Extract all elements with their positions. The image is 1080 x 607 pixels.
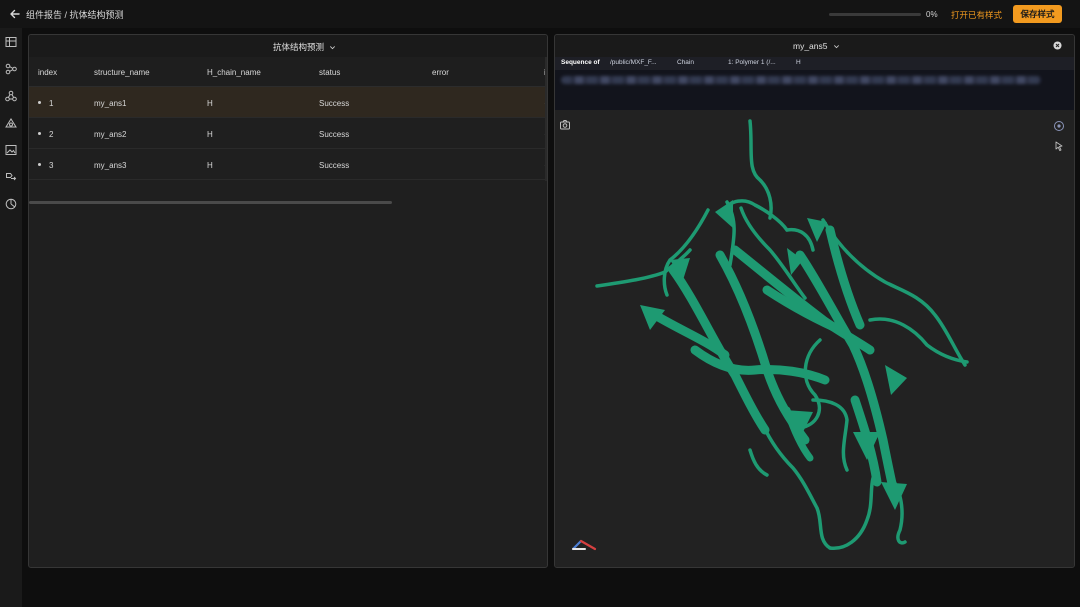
pipeline-icon[interactable] xyxy=(5,171,17,183)
result-table-panel: 抗体结构预测 index structure_name H_chain_name… xyxy=(28,34,548,568)
shape-icon[interactable] xyxy=(5,117,17,129)
molecule-icon[interactable] xyxy=(5,90,17,102)
chain-select[interactable]: H xyxy=(796,59,801,66)
chevron-down-icon xyxy=(833,45,839,49)
cell-h-chain-name: H xyxy=(207,161,213,170)
horizontal-scrollbar[interactable] xyxy=(29,201,392,204)
flow-icon[interactable] xyxy=(5,63,17,75)
column-header-structure-name[interactable]: structure_name xyxy=(94,68,150,77)
panel-header: 抗体结构预测 xyxy=(29,35,547,57)
cell-index: 2 xyxy=(49,130,54,139)
row-bullet xyxy=(38,132,41,135)
select-cursor-icon[interactable] xyxy=(1053,140,1065,152)
molecule-3d-viewer[interactable] xyxy=(555,110,1074,567)
sidebar xyxy=(0,28,22,607)
component-title: 抗体结构预测 xyxy=(273,42,325,52)
cell-status: Success xyxy=(319,161,350,170)
close-icon[interactable] xyxy=(1053,41,1062,50)
row-bullet xyxy=(38,101,41,104)
image-icon[interactable] xyxy=(5,144,17,156)
sequence-bar: Sequence of /public/MXF_F... Chain 1: Po… xyxy=(555,57,1074,70)
result-table: index structure_name H_chain_name status… xyxy=(29,57,547,204)
cell-index: 3 xyxy=(49,161,54,170)
row-bullet xyxy=(38,163,41,166)
column-header-h-chain-name[interactable]: H_chain_name xyxy=(207,68,261,77)
cell-index: 1 xyxy=(49,99,54,108)
table-icon[interactable] xyxy=(5,36,17,48)
back-arrow-icon[interactable] xyxy=(8,7,22,21)
chain-label: Chain xyxy=(677,59,694,66)
vertical-scrollbar[interactable] xyxy=(545,57,547,181)
table-row[interactable]: 1 my_ans1 H Success · xyxy=(29,87,547,118)
reset-view-icon[interactable] xyxy=(1053,120,1065,132)
structure-viewer-panel: my_ans5 Sequence of /public/MXF_F... Cha… xyxy=(554,34,1075,568)
cell-status: Success xyxy=(319,99,350,108)
structure-selector[interactable]: my_ans5 xyxy=(793,41,840,51)
cell-structure-name: my_ans3 xyxy=(94,161,127,170)
sequence-strip[interactable] xyxy=(555,70,1074,110)
table-row[interactable]: 2 my_ans2 H Success · xyxy=(29,118,547,149)
column-header-status[interactable]: status xyxy=(319,68,340,77)
chevron-down-icon xyxy=(330,46,336,50)
breadcrumb: 组件报告 / 抗体结构预测 xyxy=(26,10,124,20)
progress-bar xyxy=(829,13,921,16)
pie-chart-icon[interactable] xyxy=(5,198,17,210)
table-header: index structure_name H_chain_name status… xyxy=(29,57,546,87)
cell-structure-name: my_ans1 xyxy=(94,99,127,108)
panel-header: my_ans5 xyxy=(555,35,1074,57)
axes-orientation-icon xyxy=(571,539,597,551)
sequence-label: Sequence of xyxy=(561,59,600,66)
structure-title: my_ans5 xyxy=(793,41,828,51)
cell-structure-name: my_ans2 xyxy=(94,130,127,139)
protein-ribbon xyxy=(595,119,969,550)
sequence-residues xyxy=(561,76,1041,84)
sequence-source-select[interactable]: /public/MXF_F... xyxy=(610,59,657,66)
top-bar: 组件报告 / 抗体结构预测 0% 打开已有样式 保存样式 xyxy=(0,0,1080,28)
save-style-button[interactable]: 保存样式 xyxy=(1013,5,1062,23)
column-header-index[interactable]: index xyxy=(38,68,57,77)
cell-h-chain-name: H xyxy=(207,99,213,108)
component-selector[interactable]: 抗体结构预测 xyxy=(273,41,336,53)
cell-h-chain-name: H xyxy=(207,130,213,139)
table-row[interactable]: 3 my_ans3 H Success · xyxy=(29,149,547,180)
screenshot-icon[interactable] xyxy=(559,119,571,131)
column-header-error[interactable]: error xyxy=(432,68,449,77)
open-existing-style-link[interactable]: 打开已有样式 xyxy=(951,9,1002,21)
progress-percent: 0% xyxy=(926,10,938,19)
cell-status: Success xyxy=(319,130,350,139)
polymer-select[interactable]: 1: Polymer 1 (/... xyxy=(728,59,776,66)
